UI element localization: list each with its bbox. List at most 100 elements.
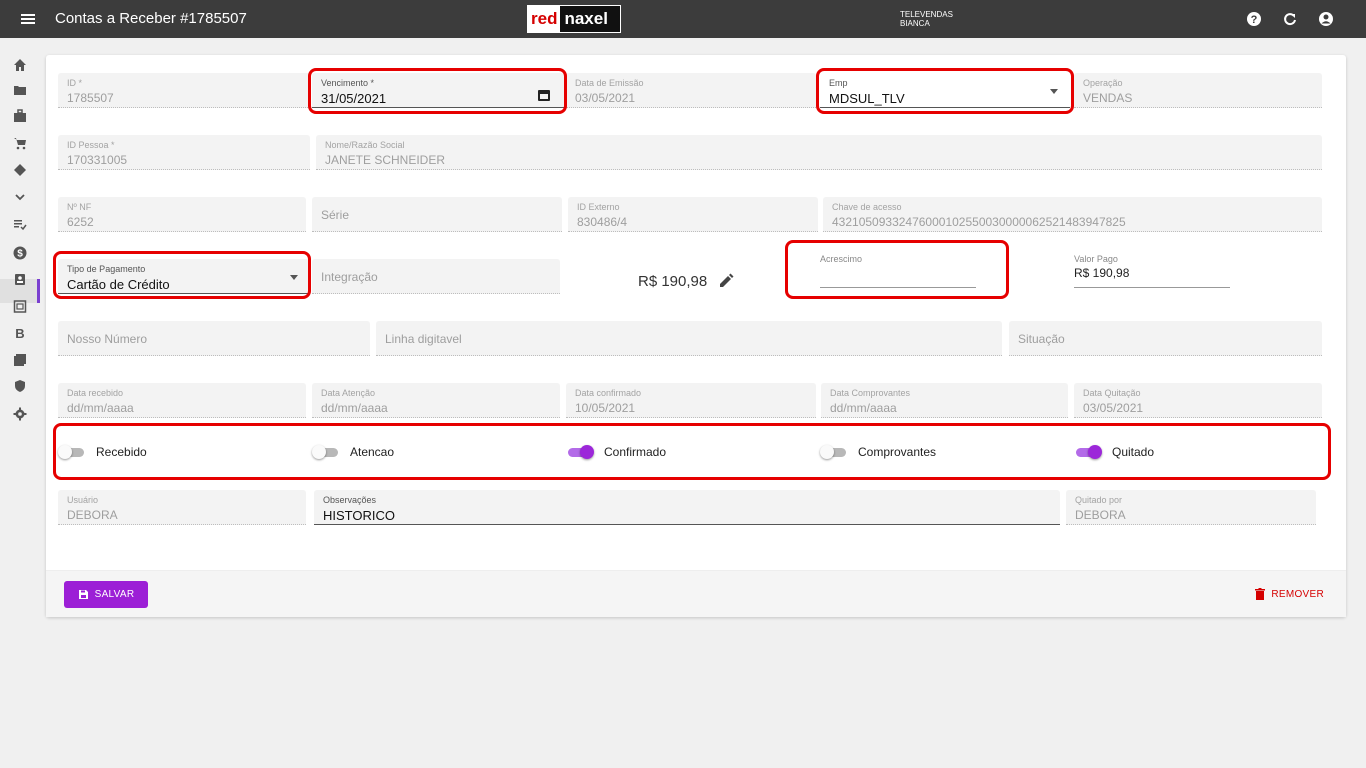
contacts-icon[interactable] — [10, 269, 30, 289]
switch[interactable] — [312, 445, 340, 459]
emp-select[interactable]: Emp MDSUL_TLV — [820, 73, 1070, 108]
account-icon[interactable] — [1316, 10, 1336, 28]
menu-icon[interactable] — [18, 9, 38, 29]
situacao-placeholder: Situação — [1018, 332, 1065, 346]
dropdown-arrow-icon — [290, 275, 298, 280]
page-title: Contas a Receber #1785507 — [55, 10, 247, 27]
user-info: TELEVENDAS BIANCA — [900, 10, 953, 28]
refresh-icon[interactable] — [1280, 10, 1300, 28]
operacao-value: VENDAS — [1083, 91, 1133, 105]
valor-pago-underline — [1074, 287, 1230, 288]
form-card: ID * 1785507 Vencimento * 31/05/2021 Dat… — [46, 55, 1346, 617]
tipo-pagamento-select[interactable]: Tipo de Pagamento Cartão de Crédito — [58, 259, 310, 294]
usuario-field: Usuário DEBORA — [58, 490, 306, 525]
switch[interactable] — [58, 445, 86, 459]
toggle-label: Recebido — [96, 445, 147, 459]
home-icon[interactable] — [10, 55, 30, 75]
svg-text:$: $ — [17, 249, 23, 260]
valor-pago-label: Valor Pago — [1074, 254, 1118, 264]
id-externo-label: ID Externo — [577, 202, 620, 212]
switch[interactable] — [820, 445, 848, 459]
briefcase-icon[interactable] — [10, 106, 30, 126]
tipo-pagamento-label: Tipo de Pagamento — [67, 264, 146, 274]
data-recebido-label: Data recebido — [67, 388, 124, 398]
nf-value: 6252 — [67, 215, 94, 229]
switch[interactable] — [566, 445, 594, 459]
settings-icon[interactable] — [10, 404, 30, 424]
data-emissao-field: Data de Emissão 03/05/2021 — [566, 73, 816, 108]
list-check-icon[interactable] — [10, 214, 30, 234]
quitado-por-value: DEBORA — [1075, 508, 1126, 522]
dollar-icon[interactable]: $ — [10, 243, 30, 263]
emp-label: Emp — [829, 78, 848, 88]
nosso-numero-placeholder: Nosso Número — [67, 332, 148, 346]
nf-label: Nº NF — [67, 202, 92, 212]
linha-digitavel-field[interactable]: Linha digitavel — [376, 321, 1002, 356]
data-confirmado-label: Data confirmado — [575, 388, 642, 398]
toggle-label: Atencao — [350, 445, 395, 459]
id-pessoa-label: ID Pessoa * — [67, 140, 115, 150]
user-department: TELEVENDAS — [900, 10, 953, 19]
toggle-label: Quitado — [1112, 445, 1155, 459]
directions-icon[interactable] — [10, 160, 30, 180]
folder-icon[interactable] — [10, 80, 30, 100]
nome-label: Nome/Razão Social — [325, 140, 405, 150]
edit-pencil-icon[interactable] — [718, 273, 734, 289]
toggle-label: Comprovantes — [858, 445, 937, 459]
data-recebido-field[interactable]: Data recebido dd/mm/aaaa — [58, 383, 306, 418]
save-button[interactable]: SALVAR — [64, 581, 148, 608]
vencimento-label: Vencimento * — [321, 78, 375, 88]
id-pessoa-value: 170331005 — [67, 153, 128, 167]
id-label: ID * — [67, 78, 83, 88]
calendar-icon[interactable] — [10, 296, 30, 316]
integracao-field[interactable]: Integração — [312, 259, 560, 294]
acrescimo-label: Acrescimo — [820, 254, 863, 264]
data-atencao-field[interactable]: Data Atenção dd/mm/aaaa — [312, 383, 560, 418]
id-pessoa-field: ID Pessoa * 170331005 — [58, 135, 310, 170]
toggle-comprovantes[interactable]: Comprovantes — [820, 445, 936, 459]
cart-icon[interactable] — [10, 133, 30, 153]
help-icon[interactable]: ? — [1244, 10, 1264, 28]
data-atencao-value: dd/mm/aaaa — [321, 401, 388, 415]
operacao-field: Operação VENDAS — [1074, 73, 1322, 108]
sidebar: $ B — [0, 38, 40, 768]
switch[interactable] — [1074, 445, 1102, 459]
toggle-recebido[interactable]: Recebido — [58, 445, 147, 459]
b-icon[interactable]: B — [10, 323, 30, 343]
toggle-atencao[interactable]: Atencao — [312, 445, 394, 459]
acrescimo-field[interactable]: Acrescimo — [820, 254, 976, 288]
data-quitacao-field[interactable]: Data Quitação 03/05/2021 — [1074, 383, 1322, 418]
save-label: SALVAR — [94, 589, 135, 600]
nf-field: Nº NF 6252 — [58, 197, 306, 232]
data-confirmado-field[interactable]: Data confirmado 10/05/2021 — [566, 383, 816, 418]
serie-field[interactable]: Série — [312, 197, 562, 232]
data-confirmado-value: 10/05/2021 — [575, 401, 636, 415]
toggle-confirmado[interactable]: Confirmado — [566, 445, 666, 459]
quitado-por-label: Quitado por — [1075, 495, 1123, 505]
situacao-field[interactable]: Situação — [1009, 321, 1322, 356]
shield-icon[interactable] — [10, 376, 30, 396]
data-quitacao-label: Data Quitação — [1083, 388, 1141, 398]
chave-acesso-field: Chave de acesso 432105093324760001025500… — [823, 197, 1322, 232]
id-externo-field: ID Externo 830486/4 — [568, 197, 818, 232]
nome-value: JANETE SCHNEIDER — [325, 153, 446, 167]
tipo-pagamento-value: Cartão de Crédito — [67, 277, 170, 292]
data-comprovantes-field[interactable]: Data Comprovantes dd/mm/aaaa — [821, 383, 1068, 418]
card-footer: SALVAR REMOVER — [46, 570, 1346, 617]
vencimento-field[interactable]: Vencimento * 31/05/2021 — [312, 73, 564, 108]
linha-digitavel-placeholder: Linha digitavel — [385, 332, 462, 346]
nosso-numero-field[interactable]: Nosso Número — [58, 321, 370, 356]
remove-button[interactable]: REMOVER — [1255, 588, 1324, 600]
photos-icon[interactable] — [10, 350, 30, 370]
data-emissao-value: 03/05/2021 — [575, 91, 636, 105]
chevron-down-icon[interactable] — [10, 187, 30, 207]
observacoes-value: HISTORICO — [323, 508, 395, 523]
data-quitacao-value: 03/05/2021 — [1083, 401, 1144, 415]
valor-pago-field[interactable]: Valor Pago R$ 190,98 — [1074, 254, 1230, 288]
operacao-label: Operação — [1083, 78, 1123, 88]
observacoes-field[interactable]: Observações HISTORICO — [314, 490, 1060, 525]
chave-acesso-label: Chave de acesso — [832, 202, 902, 212]
integracao-placeholder: Integração — [321, 270, 378, 284]
calendar-picker-icon[interactable] — [538, 90, 550, 101]
toggle-quitado[interactable]: Quitado — [1074, 445, 1154, 459]
